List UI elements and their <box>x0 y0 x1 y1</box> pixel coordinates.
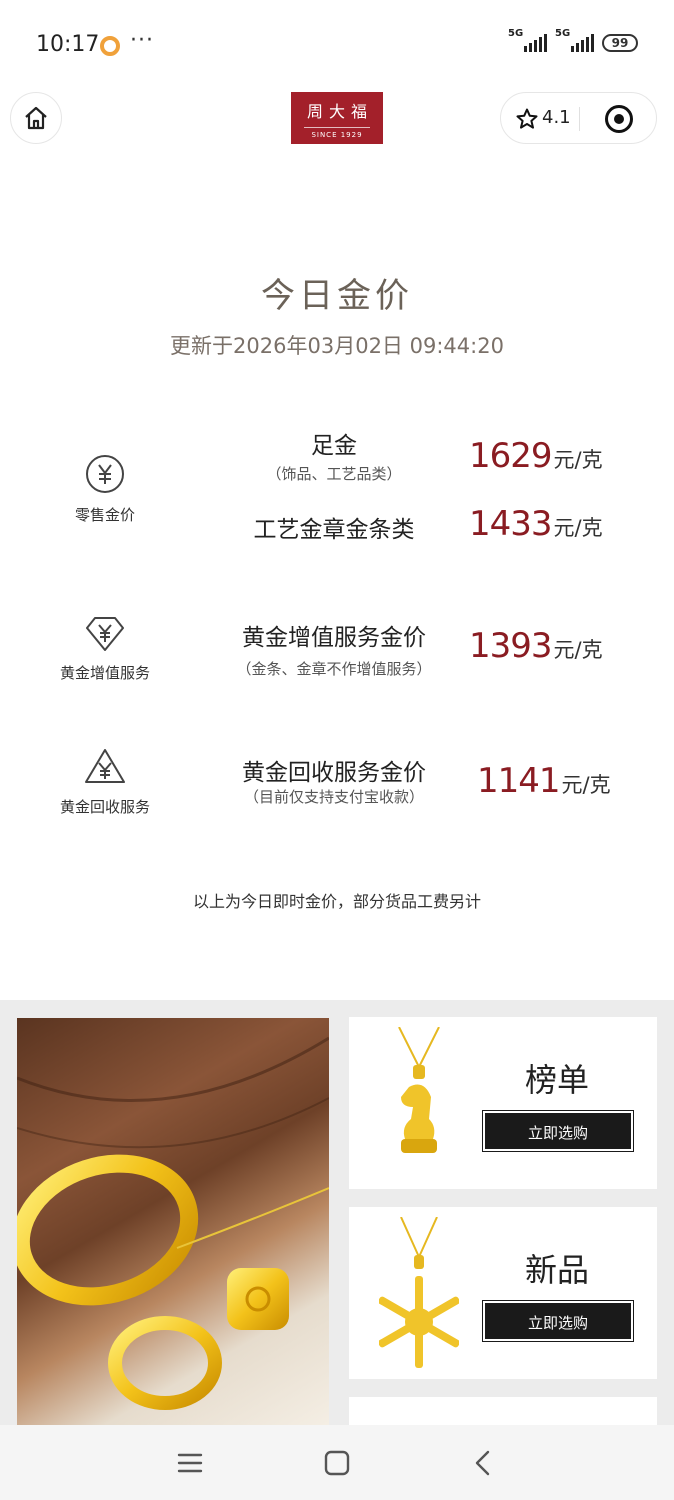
brand-logo: 周大福 SINCE 1929 <box>291 92 383 144</box>
product-section: 榜单 立即选购 新品 立即选购 <box>0 1000 674 1425</box>
price-name: 工艺金章金条类 <box>253 517 415 543</box>
price-number: 1393 <box>469 626 553 666</box>
home-nav-button[interactable] <box>317 1445 357 1481</box>
jewelry-illustration <box>17 1036 329 1410</box>
price-unit: 元/克 <box>561 773 611 797</box>
price-value: 1141 元/克 <box>477 761 611 801</box>
shop-now-button[interactable]: 立即选购 <box>482 1300 634 1342</box>
shop-now-button[interactable]: 立即选购 <box>482 1110 634 1152</box>
network-type-label: 5G <box>555 28 571 39</box>
price-number: 1141 <box>477 761 561 801</box>
update-timestamp: 更新于2026年03月02日 09:44:20 <box>170 334 504 358</box>
group-label: 黄金回收服务 <box>59 798 150 816</box>
square-icon <box>324 1450 350 1476</box>
network-type-label: 5G <box>508 28 524 39</box>
status-indicators: 5G 5G 99 <box>508 28 638 52</box>
capsule-divider <box>579 107 580 131</box>
rating-value: 4.1 <box>542 107 571 128</box>
price-note: （目前仅支持支付宝收款） <box>243 788 424 806</box>
promo-card-new[interactable]: 新品 立即选购 <box>349 1207 657 1379</box>
signal-icon: 5G <box>555 28 594 52</box>
yuan-recycle-icon <box>85 749 125 783</box>
brand-divider <box>304 127 370 128</box>
system-nav-bar <box>0 1425 674 1500</box>
yuan-diamond-icon <box>86 617 124 651</box>
brand-name: 周大福 <box>306 102 373 121</box>
group-label: 黄金增值服务 <box>59 664 150 682</box>
retail-gold-group: 零售金价 <box>35 452 175 525</box>
brand-since: SINCE 1929 <box>311 131 363 139</box>
signal-icon: 5G <box>508 28 547 52</box>
promo-title: 榜单 <box>525 1061 590 1099</box>
promo-card-ranking[interactable]: 榜单 立即选购 <box>349 1017 657 1189</box>
star-icon[interactable] <box>515 107 539 131</box>
price-unit: 元/克 <box>553 448 603 472</box>
page-title: 今日金价 <box>261 276 413 316</box>
status-bar: 10:17 ··· 5G 5G 99 <box>0 0 674 92</box>
back-button[interactable] <box>463 1445 503 1481</box>
snowflake-pendant-image <box>379 1217 459 1368</box>
recent-apps-button[interactable] <box>170 1445 210 1481</box>
price-name: 黄金增值服务金价 <box>242 625 426 651</box>
status-time: 10:17 <box>36 32 100 57</box>
recycling-group: 黄金回收服务 <box>35 746 175 817</box>
hero-jewelry-image[interactable] <box>17 1018 329 1425</box>
price-number: 1629 <box>469 436 553 476</box>
status-more-indicator: ··· <box>130 28 154 53</box>
menu-icon <box>177 1453 203 1473</box>
chevron-left-icon <box>475 1450 490 1476</box>
horse-pendant-image <box>398 1027 440 1153</box>
price-value: 1433 元/克 <box>469 504 603 544</box>
home-icon <box>25 106 47 130</box>
notification-dot-icon <box>100 36 120 56</box>
home-button[interactable] <box>10 92 62 144</box>
mini-program-capsule: 4.1 <box>500 92 657 144</box>
promo-title: 新品 <box>525 1251 590 1289</box>
group-label: 零售金价 <box>74 506 135 524</box>
price-name: 黄金回收服务金价 <box>242 760 426 786</box>
price-note: （金条、金章不作增值服务） <box>236 660 432 678</box>
price-note: （饰品、工艺品类） <box>266 465 402 483</box>
promo-card-partial[interactable] <box>349 1397 657 1425</box>
close-target-icon[interactable] <box>605 105 633 133</box>
battery-icon: 99 <box>602 34 638 52</box>
value-added-group: 黄金增值服务 <box>35 614 175 683</box>
price-unit: 元/克 <box>553 516 603 540</box>
price-value: 1629 元/克 <box>469 436 603 476</box>
yuan-circle-icon <box>86 455 124 493</box>
price-unit: 元/克 <box>553 638 603 662</box>
price-number: 1433 <box>469 504 553 544</box>
price-value: 1393 元/克 <box>469 626 603 666</box>
disclaimer-text: 以上为今日即时金价，部分货品工费另计 <box>192 892 481 911</box>
price-name: 足金 <box>311 433 357 459</box>
